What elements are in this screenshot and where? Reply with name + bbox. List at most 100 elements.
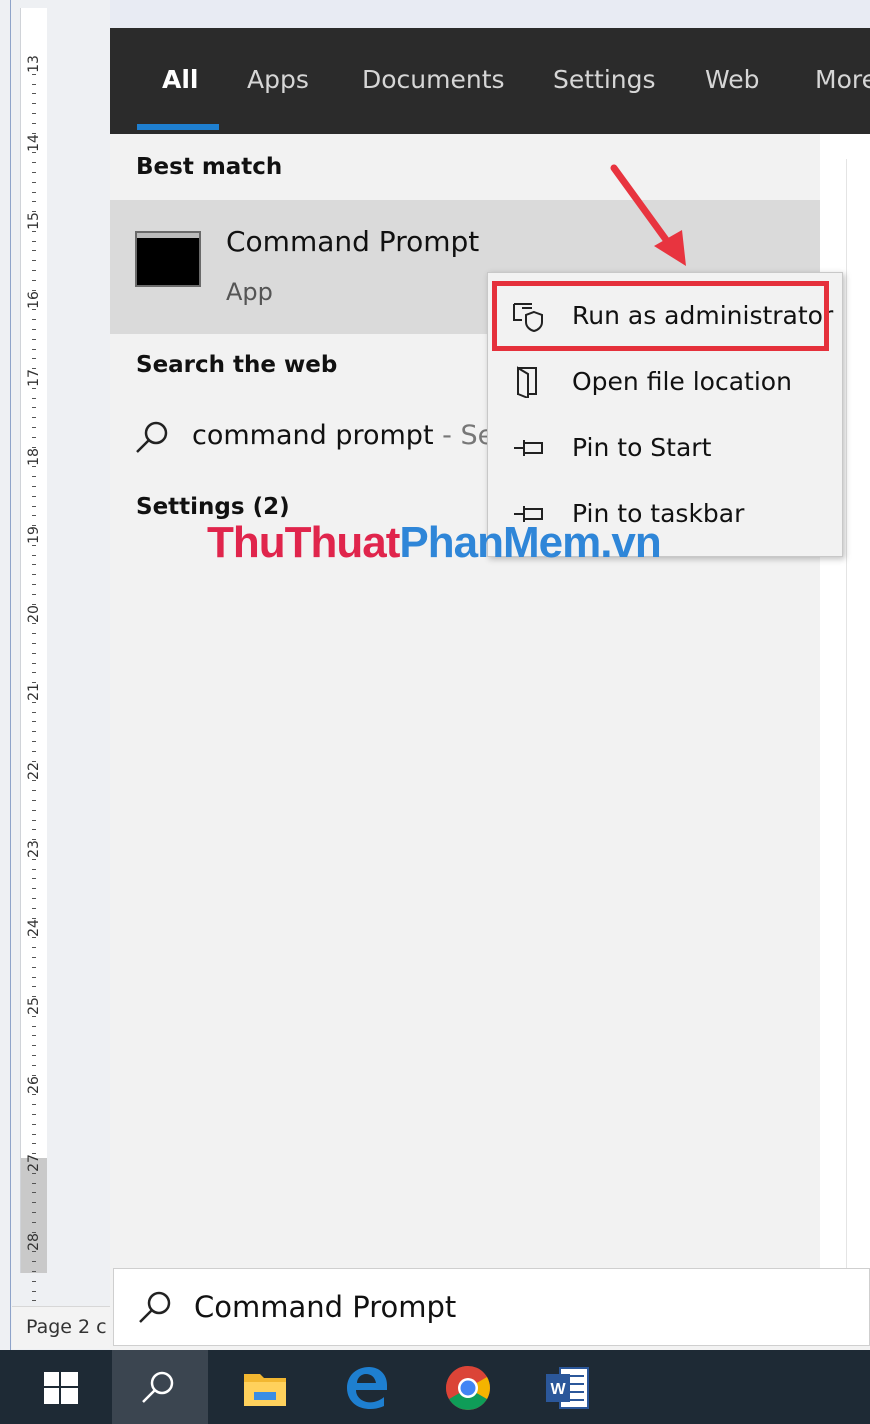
start-button[interactable]	[20, 1350, 100, 1424]
ruler-tick	[21, 466, 47, 468]
page-indicator[interactable]: Page 2 c	[12, 1306, 122, 1349]
ruler-tick	[21, 181, 47, 183]
ruler-tick	[21, 485, 47, 487]
ruler-tick	[21, 574, 47, 576]
ruler-number: 20	[26, 604, 42, 623]
menu-item-label: Open file location	[572, 367, 792, 396]
ruler-tick	[21, 73, 47, 75]
start-search-panel: All Apps Documents Settings Web More Bes…	[110, 28, 870, 1350]
ruler-tick	[21, 417, 47, 419]
ruler-number: 23	[26, 840, 42, 858]
tab-web[interactable]: Web	[705, 65, 760, 94]
ruler-tick	[21, 1261, 47, 1263]
menu-item-pin-to-start[interactable]: Pin to Start	[488, 418, 842, 478]
ruler-number: 27	[26, 1154, 42, 1172]
ruler-tick	[21, 652, 47, 654]
ruler-tick	[21, 956, 47, 958]
ruler-tick	[21, 1251, 47, 1253]
ruler-tick	[21, 436, 47, 438]
web-query: command prompt	[192, 420, 434, 451]
ruler-tick	[21, 966, 47, 968]
ruler-tick	[21, 279, 47, 281]
ruler-tick	[21, 505, 47, 507]
ruler-tick	[21, 819, 47, 821]
windows-start-icon	[44, 1372, 78, 1404]
edge-icon	[347, 1367, 387, 1409]
ruler-tick	[21, 152, 47, 154]
ruler-tick	[21, 319, 47, 321]
ruler-tick	[21, 495, 47, 497]
ruler-tick	[21, 701, 47, 703]
word-icon: W	[546, 1367, 589, 1409]
ruler-number: 21	[26, 683, 42, 701]
web-query-suffix: - Se	[433, 420, 495, 451]
taskbar-search-button[interactable]	[112, 1350, 208, 1424]
ruler-tick	[21, 201, 47, 203]
chrome-icon	[446, 1366, 490, 1410]
tab-all[interactable]: All	[162, 65, 199, 94]
ruler-tick	[21, 1192, 47, 1194]
search-web-heading: Search the web	[136, 352, 338, 378]
ruler-tick	[21, 809, 47, 811]
ruler-tick	[21, 103, 47, 105]
ruler-tick	[21, 83, 47, 85]
filter-tab-bar: All Apps Documents Settings Web More	[110, 28, 870, 134]
ruler-number: 16	[26, 290, 42, 309]
search-box[interactable]	[113, 1268, 870, 1346]
menu-item-open-file-location[interactable]: Open file location	[488, 352, 842, 412]
ruler-tick	[21, 309, 47, 311]
ruler-tick	[21, 191, 47, 193]
taskbar-file-explorer[interactable]	[232, 1350, 302, 1424]
ruler-tick	[21, 407, 47, 409]
ruler-tick	[21, 1025, 47, 1027]
ruler-tick	[21, 1113, 47, 1115]
search-icon	[142, 1371, 174, 1403]
ruler-tick	[21, 623, 47, 625]
search-input[interactable]	[194, 1285, 844, 1329]
ruler-tick	[21, 986, 47, 988]
ruler-number: 25	[26, 997, 42, 1015]
ruler-tick	[21, 780, 47, 782]
tab-settings[interactable]: Settings	[553, 65, 656, 94]
ruler-tick	[21, 564, 47, 566]
ruler-tick	[21, 907, 47, 909]
tab-apps[interactable]: Apps	[247, 65, 309, 94]
ruler-tick	[21, 898, 47, 900]
ruler-tick	[21, 672, 47, 674]
ruler-number: 26	[26, 1075, 42, 1094]
svg-text:W: W	[550, 1381, 566, 1398]
ruler-tick	[21, 721, 47, 723]
ruler-number: 28	[26, 1232, 42, 1251]
folder-open-icon	[517, 366, 537, 398]
taskbar-chrome[interactable]	[434, 1350, 504, 1424]
ruler-tick	[21, 947, 47, 949]
ruler-tick	[21, 741, 47, 743]
ruler-tick	[21, 113, 47, 115]
ruler-tick	[21, 515, 47, 517]
ruler-tick	[21, 1035, 47, 1037]
watermark-part1: ThuThuat	[207, 518, 400, 567]
result-title: Command Prompt	[226, 225, 480, 258]
ruler-tick	[21, 976, 47, 978]
ruler-tick	[21, 1290, 47, 1292]
search-icon	[139, 1291, 171, 1323]
tab-documents[interactable]: Documents	[362, 65, 505, 94]
ruler-tick	[21, 642, 47, 644]
document-ruler-area: 13 14 15 16 17 18 19 20 21 22 23 24 25 26 27 28 Page 2 …	[0, 0, 122, 1350]
taskbar-edge[interactable]	[334, 1350, 404, 1424]
ruler-tick	[21, 387, 47, 389]
ruler-tick	[21, 868, 47, 870]
ruler-number: 19	[26, 526, 42, 544]
tab-more[interactable]: More	[815, 65, 870, 94]
taskbar-word[interactable]: W	[534, 1350, 604, 1424]
ruler-margin-shade	[21, 1158, 47, 1273]
red-arrow-annotation	[610, 164, 686, 266]
page-indicator-label: Page 2 c	[26, 1316, 107, 1338]
ruler-tick	[21, 1055, 47, 1057]
ruler-number: 13	[26, 55, 42, 73]
ruler-tick	[21, 476, 47, 478]
ruler-tick	[21, 937, 47, 939]
ruler-number: 22	[26, 761, 42, 780]
cmd-icon	[135, 231, 201, 287]
context-menu: Run as administrator Open file location …	[487, 272, 843, 557]
